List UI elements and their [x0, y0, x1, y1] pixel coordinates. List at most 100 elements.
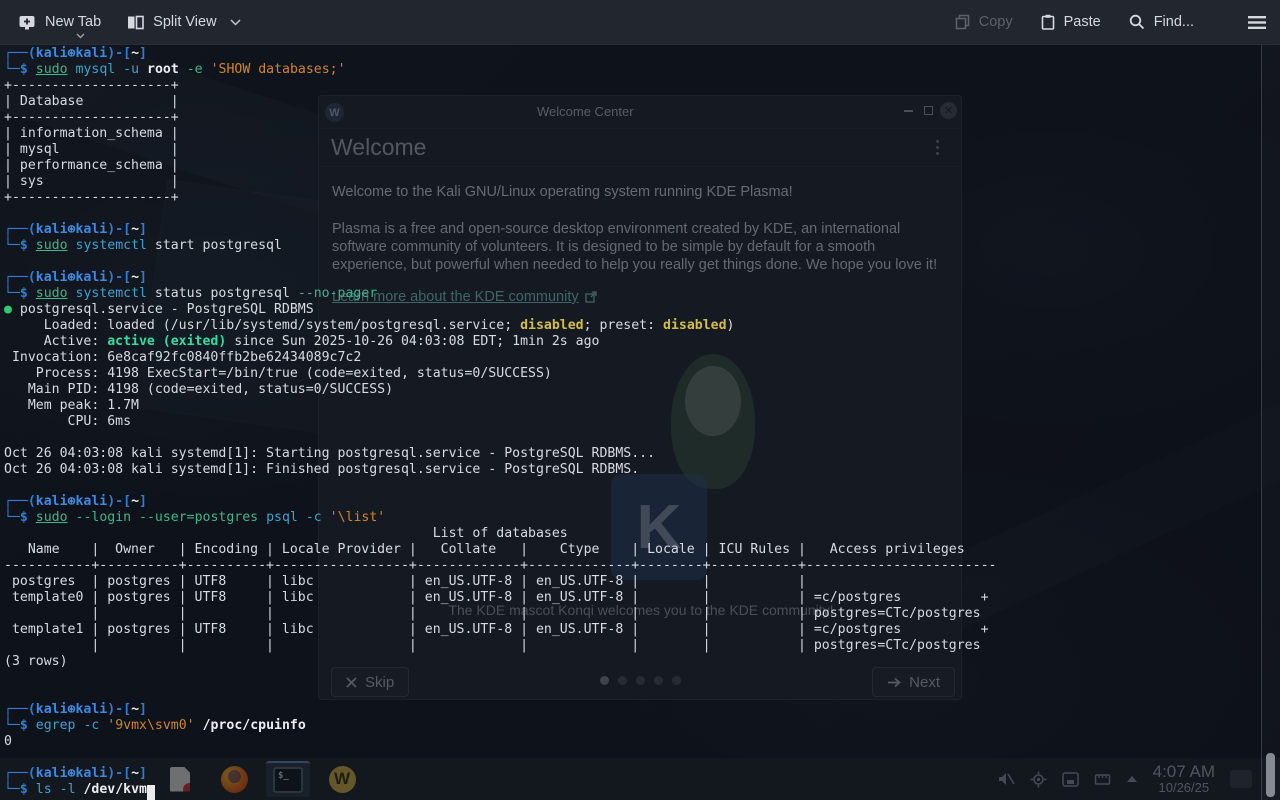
- terminal-text-segment: ~: [131, 46, 139, 61]
- terminal-text-segment: )-[: [107, 766, 131, 781]
- hamburger-icon: [1248, 16, 1266, 29]
- clipboard-icon: [1041, 14, 1055, 30]
- terminal-text-segment: template0 | postgres | UTF8 | libc | en_…: [4, 590, 989, 605]
- terminal-text-segment: --no-pager: [298, 286, 377, 301]
- terminal-line: Oct 26 04:03:08 kali systemd[1]: Finishe…: [4, 462, 1260, 478]
- terminal-text-segment: -l: [60, 782, 76, 797]
- terminal-text-segment: sudo: [36, 238, 68, 253]
- terminal-text-segment: sudo: [36, 510, 68, 525]
- terminal-text-segment: ┌──(: [4, 766, 36, 781]
- terminal-line: +--------------------+: [4, 190, 1260, 206]
- terminal-text-segment: systemctl: [76, 238, 147, 253]
- terminal-line: | | | | | | | | postgres=CTc/postgres: [4, 638, 1260, 654]
- terminal-text-segment: start postgresql: [147, 238, 282, 253]
- terminal-text-segment: ┌──(: [4, 46, 36, 61]
- split-panes-icon: [127, 15, 144, 30]
- terminal-text-segment: ~: [131, 702, 139, 717]
- terminal-text-segment: -u: [123, 62, 139, 77]
- split-view-button[interactable]: Split View: [127, 14, 240, 30]
- paste-button[interactable]: Paste: [1041, 14, 1101, 30]
- terminal-line: Active: active (exited) since Sun 2025-1…: [4, 334, 1260, 350]
- menu-button[interactable]: [1248, 16, 1266, 29]
- terminal-text-segment: -c: [83, 718, 99, 733]
- terminal-text-segment: ): [727, 318, 735, 333]
- terminal-line: Main PID: 4198 (code=exited, status=0/SU…: [4, 382, 1260, 398]
- terminal-text-segment: sudo: [36, 62, 68, 77]
- terminal-text-segment: ]: [139, 766, 147, 781]
- terminal-output[interactable]: ┌──(kali⊛kali)-[~]└─$ sudo mysql -u root…: [0, 45, 1260, 800]
- terminal-text-segment: ]: [139, 494, 147, 509]
- terminal-text-segment: ┌──(: [4, 494, 36, 509]
- terminal-text-segment: [68, 510, 76, 525]
- new-tab-label: New Tab: [45, 14, 101, 30]
- terminal-text-segment: )-[: [107, 702, 131, 717]
- terminal-line: └─$ sudo --login --user=postgres psql -c…: [4, 510, 1260, 526]
- terminal-text-segment: [115, 62, 123, 77]
- terminal-line: +--------------------+: [4, 110, 1260, 126]
- terminal-text-segment: [28, 782, 36, 797]
- search-icon: [1129, 14, 1145, 30]
- terminal-text-segment: Main PID: 4198 (code=exited, status=0/SU…: [4, 382, 393, 397]
- terminal-text-segment: | performance_schema |: [4, 158, 179, 173]
- terminal-line: [4, 478, 1260, 494]
- terminal-text-segment: disabled: [663, 318, 727, 333]
- terminal-line: [4, 254, 1260, 270]
- terminal-line: ┌──(kali⊛kali)-[~]: [4, 766, 1260, 782]
- terminal-text-segment: Oct 26 04:03:08 kali systemd[1]: Finishe…: [4, 462, 639, 477]
- terminal-line: Mem peak: 1.7M: [4, 398, 1260, 414]
- copy-icon: [955, 14, 970, 30]
- terminal-text-segment: [28, 510, 36, 525]
- terminal-text-segment: status postgresql: [147, 286, 298, 301]
- terminal-text-segment: ; preset:: [584, 318, 663, 333]
- terminal-text-segment: +--------------------+: [4, 190, 179, 205]
- terminal-scrollbar-thumb[interactable]: [1266, 753, 1275, 797]
- terminal-text-segment: systemctl: [76, 286, 147, 301]
- terminal-text-segment: postgres | postgres | UTF8 | libc | en_U…: [4, 574, 814, 589]
- terminal-text-segment: )-[: [107, 494, 131, 509]
- chevron-down-icon[interactable]: [76, 33, 85, 39]
- terminal-text-segment: [131, 510, 139, 525]
- find-button[interactable]: Find...: [1129, 14, 1194, 30]
- terminal-text-segment: [68, 286, 76, 301]
- terminal-text-segment: ~: [131, 494, 139, 509]
- terminal-text-segment: 0: [4, 734, 12, 749]
- terminal-text-segment: /dev/kvm: [83, 782, 147, 797]
- terminal-text-segment: ]: [139, 222, 147, 237]
- terminal-line: ● postgresql.service - PostgreSQL RDBMS: [4, 302, 1260, 318]
- terminal-text-segment: [322, 510, 330, 525]
- terminal-text-segment: kali⊛kali: [36, 494, 107, 509]
- terminal-text-segment: List of databases: [4, 526, 568, 541]
- terminal-line: Process: 4198 ExecStart=/bin/true (code=…: [4, 366, 1260, 382]
- terminal-text-segment: --user=postgres: [139, 510, 258, 525]
- terminal-text-segment: +--------------------+: [4, 78, 179, 93]
- terminal-text-segment: Loaded: loaded (/usr/lib/systemd/system/…: [4, 318, 520, 333]
- terminal-text-segment: kali⊛kali: [36, 270, 107, 285]
- terminal-text-segment: )-[: [107, 46, 131, 61]
- terminal-text-segment: [139, 62, 147, 77]
- copy-label: Copy: [979, 14, 1013, 30]
- new-tab-button[interactable]: New Tab: [18, 14, 101, 30]
- terminal-text-segment: [28, 62, 36, 77]
- chevron-down-icon[interactable]: [230, 19, 241, 26]
- find-label: Find...: [1154, 14, 1194, 30]
- terminal-text-segment: 'SHOW databases;': [211, 62, 346, 77]
- terminal-line: template0 | postgres | UTF8 | libc | en_…: [4, 590, 1260, 606]
- terminal-line: Oct 26 04:03:08 kali systemd[1]: Startin…: [4, 446, 1260, 462]
- terminal-line: ┌──(kali⊛kali)-[~]: [4, 222, 1260, 238]
- terminal-text-segment: -c: [306, 510, 322, 525]
- terminal-text-segment: )-[: [107, 270, 131, 285]
- tab-plus-icon: [18, 14, 36, 30]
- terminal-line: | sys |: [4, 174, 1260, 190]
- terminal-toolbar: New Tab Split View Copy Paste Find...: [0, 0, 1280, 45]
- terminal-text-segment: mysql: [76, 62, 116, 77]
- copy-button[interactable]: Copy: [955, 14, 1013, 30]
- terminal-line: └─$ sudo mysql -u root -e 'SHOW database…: [4, 62, 1260, 78]
- terminal-line: [4, 750, 1260, 766]
- terminal-line: └─$ sudo systemctl status postgresql --n…: [4, 286, 1260, 302]
- terminal-text-segment: kali⊛kali: [36, 46, 107, 61]
- terminal-text-segment: '\list': [330, 510, 386, 525]
- terminal-scrollbar-track[interactable]: [1261, 45, 1280, 800]
- terminal-text-segment: ]: [139, 702, 147, 717]
- terminal-line: CPU: 6ms: [4, 414, 1260, 430]
- terminal-text-segment: [68, 238, 76, 253]
